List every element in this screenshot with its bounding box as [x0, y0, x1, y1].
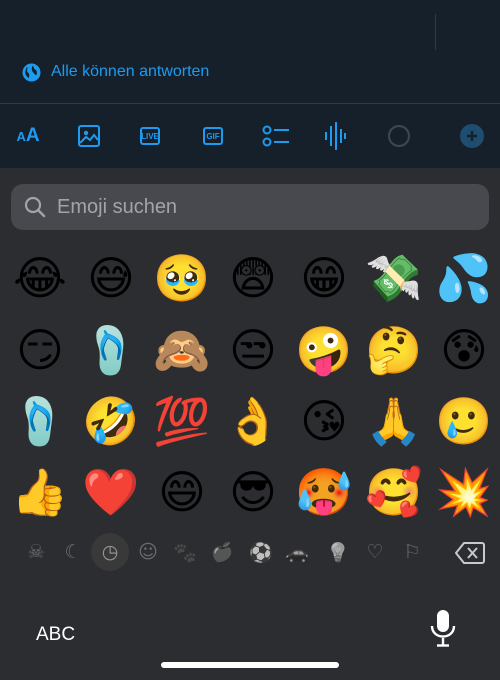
image-button[interactable] — [73, 120, 105, 152]
toolbar-separator — [435, 14, 436, 50]
emoji-search-bar[interactable] — [11, 184, 489, 230]
text-format-icon: A — [16, 128, 26, 144]
emoji-key[interactable]: 😏 — [10, 320, 70, 380]
emoji-key[interactable]: 💦 — [434, 248, 494, 308]
poll-button[interactable] — [260, 120, 292, 152]
category-animals-icon[interactable]: 🐾 — [167, 534, 203, 570]
progress-ring-icon — [387, 124, 411, 148]
voice-button[interactable] — [319, 120, 351, 152]
poll-icon — [262, 125, 289, 147]
category-recent-icon[interactable]: ◷ — [91, 533, 129, 571]
emoji-key[interactable]: 🥹 — [152, 248, 212, 308]
emoji-key[interactable]: 🤣 — [81, 391, 141, 451]
reply-setting-button[interactable]: Alle können antworten — [22, 61, 209, 83]
emoji-key[interactable]: 👌 — [223, 391, 283, 451]
emoji-key[interactable]: 🤔 — [364, 320, 424, 380]
globe-icon — [22, 62, 41, 82]
gif-button[interactable]: GIF — [197, 120, 229, 152]
emoji-key[interactable]: 💸 — [364, 248, 424, 308]
emoji-key[interactable]: 🤪 — [294, 320, 354, 380]
emoji-key[interactable]: 👍 — [10, 462, 70, 522]
emoji-key[interactable]: 🙈 — [152, 320, 212, 380]
emoji-key[interactable]: 😎 — [223, 462, 283, 522]
composer-area: Alle können antworten AA LIVE GIF — [0, 0, 500, 168]
live-icon: LIVE — [140, 127, 160, 145]
emoji-search-input[interactable] — [55, 194, 459, 220]
text-format-button[interactable]: AA — [12, 120, 44, 152]
emoji-key[interactable]: 😒 — [223, 320, 283, 380]
home-indicator[interactable] — [161, 662, 339, 668]
character-count-indicator — [383, 120, 415, 152]
microphone-icon[interactable] — [428, 608, 458, 648]
emoji-key[interactable]: 🥲 — [434, 391, 494, 451]
gif-icon: GIF — [203, 127, 223, 145]
audio-wave-icon — [325, 122, 346, 150]
category-travel-icon[interactable]: 🚗 — [279, 534, 315, 570]
emoji-key[interactable]: 😄 — [152, 462, 212, 522]
abc-keyboard-button[interactable]: ABC — [36, 624, 75, 646]
category-activity-icon[interactable]: ⚽ — [243, 534, 279, 570]
search-icon — [24, 196, 46, 218]
emoji-key[interactable]: 💯 — [152, 391, 212, 451]
emoji-key[interactable]: 🩴 — [10, 391, 70, 451]
emoji-key[interactable]: 😁 — [294, 248, 354, 308]
category-skull-icon[interactable]: ☠ — [18, 534, 54, 570]
category-flags-icon[interactable]: ⚐ — [394, 534, 430, 570]
emoji-key[interactable]: 🥰 — [364, 462, 424, 522]
category-food-icon[interactable]: 🍎 — [205, 534, 241, 570]
emoji-key[interactable]: ❤️ — [81, 462, 141, 522]
emoji-key[interactable]: 😨 — [223, 248, 283, 308]
category-symbols-icon[interactable]: ♡ — [357, 534, 393, 570]
composer-toolbar: AA LIVE GIF — [0, 104, 500, 168]
reply-setting-label: Alle können antworten — [51, 63, 210, 80]
emoji-key[interactable]: 😂 — [10, 248, 70, 308]
emoji-category-bar: ☠ ☾ ◷ ☺ 🐾 🍎 ⚽ 🚗 💡 ♡ ⚐ — [0, 533, 500, 574]
text-format-icon-big: A — [25, 125, 40, 146]
category-objects-icon[interactable]: 💡 — [320, 534, 356, 570]
emoji-key[interactable]: 😰 — [434, 320, 494, 380]
emoji-key[interactable]: 🩴 — [81, 320, 141, 380]
emoji-key[interactable]: 🙏 — [364, 391, 424, 451]
emoji-key[interactable]: 🥵 — [294, 462, 354, 522]
backspace-icon[interactable] — [455, 541, 485, 565]
emoji-key[interactable]: 😘 — [294, 391, 354, 451]
category-moon-icon[interactable]: ☾ — [55, 534, 91, 570]
plus-icon — [460, 124, 484, 148]
emoji-key[interactable]: 😅 — [81, 248, 141, 308]
live-button[interactable]: LIVE — [134, 120, 166, 152]
add-post-button[interactable] — [456, 120, 488, 152]
emoji-key[interactable]: 💥 — [434, 462, 494, 522]
category-smileys-icon[interactable]: ☺ — [130, 534, 166, 570]
image-icon — [78, 125, 100, 147]
